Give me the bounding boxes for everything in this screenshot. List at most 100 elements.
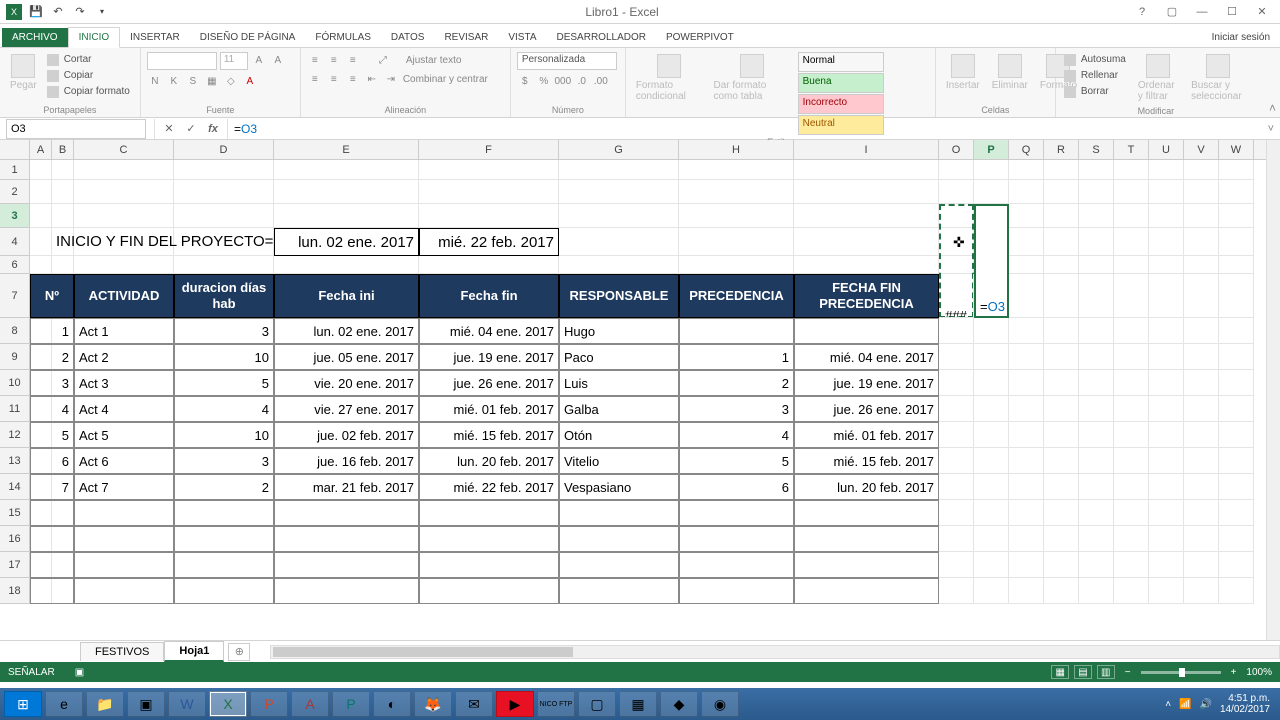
- row-header-17[interactable]: 17: [0, 552, 30, 578]
- cell-E6[interactable]: [274, 256, 419, 274]
- taskbar-calc-icon[interactable]: ▦: [619, 691, 657, 717]
- cell-resp-13[interactable]: Vitelio: [559, 448, 679, 474]
- page-break-view-icon[interactable]: ▥: [1097, 665, 1115, 679]
- row-header-3[interactable]: 3: [0, 204, 30, 228]
- row-header-11[interactable]: 11: [0, 396, 30, 422]
- taskbar-publisher-icon[interactable]: P: [332, 691, 370, 717]
- cell-P16[interactable]: [974, 526, 1009, 552]
- cell-O13[interactable]: [939, 448, 974, 474]
- cell-fin-13[interactable]: lun. 20 feb. 2017: [419, 448, 559, 474]
- delete-cells-button[interactable]: Eliminar: [988, 52, 1032, 93]
- cell-G4[interactable]: [559, 228, 679, 256]
- cell-Q1[interactable]: [1009, 160, 1044, 180]
- cell-T16[interactable]: [1114, 526, 1149, 552]
- cell-S16[interactable]: [1079, 526, 1114, 552]
- cell-V14[interactable]: [1184, 474, 1219, 500]
- cell-S6[interactable]: [1079, 256, 1114, 274]
- cell-S11[interactable]: [1079, 396, 1114, 422]
- cell-num-10[interactable]: 3: [30, 370, 74, 396]
- cell-ini-13[interactable]: jue. 16 feb. 2017: [274, 448, 419, 474]
- th-duracion[interactable]: duracion días hab: [174, 274, 274, 318]
- cell-dur-14[interactable]: 2: [174, 474, 274, 500]
- style-incorrecto[interactable]: Incorrecto: [798, 94, 884, 114]
- cell-F1[interactable]: [419, 160, 559, 180]
- align-top-icon[interactable]: ≡: [307, 52, 323, 68]
- cell-D6[interactable]: [174, 256, 274, 274]
- row-header-8[interactable]: 8: [0, 318, 30, 344]
- cell-num-8[interactable]: 1: [30, 318, 74, 344]
- row-header-12[interactable]: 12: [0, 422, 30, 448]
- cell-U10[interactable]: [1149, 370, 1184, 396]
- bold-button[interactable]: N: [147, 73, 163, 89]
- tab-formulas[interactable]: FÓRMULAS: [305, 28, 381, 47]
- taskbar-word-icon[interactable]: W: [168, 691, 206, 717]
- col-header-B[interactable]: B: [52, 140, 74, 159]
- cell-U16[interactable]: [1149, 526, 1184, 552]
- maximize-icon[interactable]: ☐: [1218, 2, 1246, 22]
- cell-V10[interactable]: [1184, 370, 1219, 396]
- cell-fprec-13[interactable]: mié. 15 feb. 2017: [794, 448, 939, 474]
- cell-ini-11[interactable]: vie. 27 ene. 2017: [274, 396, 419, 422]
- cell-O1[interactable]: [939, 160, 974, 180]
- cell-U8[interactable]: [1149, 318, 1184, 344]
- cell-R13[interactable]: [1044, 448, 1079, 474]
- cell-T11[interactable]: [1114, 396, 1149, 422]
- cell-W16[interactable]: [1219, 526, 1254, 552]
- cell-U11[interactable]: [1149, 396, 1184, 422]
- cell-D18[interactable]: [174, 578, 274, 604]
- sign-in-link[interactable]: Iniciar sesión: [1202, 28, 1280, 47]
- cell-B3[interactable]: [52, 204, 74, 228]
- cell-fin-8[interactable]: mié. 04 ene. 2017: [419, 318, 559, 344]
- cell-V3[interactable]: [1184, 204, 1219, 228]
- cell-Q10[interactable]: [1009, 370, 1044, 396]
- cell-ini-10[interactable]: vie. 20 ene. 2017: [274, 370, 419, 396]
- cell-W18[interactable]: [1219, 578, 1254, 604]
- cell-P8[interactable]: [974, 318, 1009, 344]
- cell-B6[interactable]: [52, 256, 74, 274]
- taskbar-app5-icon[interactable]: ◆: [660, 691, 698, 717]
- cell-P12[interactable]: [974, 422, 1009, 448]
- cell-C6[interactable]: [74, 256, 174, 274]
- cell-B1[interactable]: [52, 160, 74, 180]
- cell-T1[interactable]: [1114, 160, 1149, 180]
- cell-H16[interactable]: [679, 526, 794, 552]
- cell-E2[interactable]: [274, 180, 419, 204]
- cell-O18[interactable]: [939, 578, 974, 604]
- cell-F2[interactable]: [419, 180, 559, 204]
- cell-H2[interactable]: [679, 180, 794, 204]
- cell-F17[interactable]: [419, 552, 559, 578]
- cell-U13[interactable]: [1149, 448, 1184, 474]
- cell-W15[interactable]: [1219, 500, 1254, 526]
- cell-R11[interactable]: [1044, 396, 1079, 422]
- cell-W12[interactable]: [1219, 422, 1254, 448]
- cell-A2[interactable]: [30, 180, 52, 204]
- cell-S8[interactable]: [1079, 318, 1114, 344]
- cell-E16[interactable]: [274, 526, 419, 552]
- cell-Q8[interactable]: [1009, 318, 1044, 344]
- autosum-button[interactable]: Autosuma: [1062, 52, 1130, 67]
- cell-R14[interactable]: [1044, 474, 1079, 500]
- tab-vista[interactable]: VISTA: [498, 28, 546, 47]
- cell-P1[interactable]: [974, 160, 1009, 180]
- cell-C17[interactable]: [74, 552, 174, 578]
- cell-Q14[interactable]: [1009, 474, 1044, 500]
- cell-Q4[interactable]: [1009, 228, 1044, 256]
- cell-act-11[interactable]: Act 4: [74, 396, 174, 422]
- cell-R6[interactable]: [1044, 256, 1079, 274]
- style-buena[interactable]: Buena: [798, 73, 884, 93]
- tray-network-icon[interactable]: 📶: [1179, 699, 1191, 710]
- cell-W1[interactable]: [1219, 160, 1254, 180]
- cell-act-14[interactable]: Act 7: [74, 474, 174, 500]
- horizontal-scrollbar[interactable]: [270, 645, 1280, 659]
- cell-S3[interactable]: [1079, 204, 1114, 228]
- zoom-out-icon[interactable]: −: [1125, 667, 1131, 678]
- taskbar-excel-icon[interactable]: X: [209, 691, 247, 717]
- cell-V2[interactable]: [1184, 180, 1219, 204]
- row-headers[interactable]: 12346789101112131415161718: [0, 160, 30, 604]
- cell-S10[interactable]: [1079, 370, 1114, 396]
- row-header-9[interactable]: 9: [0, 344, 30, 370]
- cell-R16[interactable]: [1044, 526, 1079, 552]
- cell-V8[interactable]: [1184, 318, 1219, 344]
- cell-W8[interactable]: [1219, 318, 1254, 344]
- cell-ini-12[interactable]: jue. 02 feb. 2017: [274, 422, 419, 448]
